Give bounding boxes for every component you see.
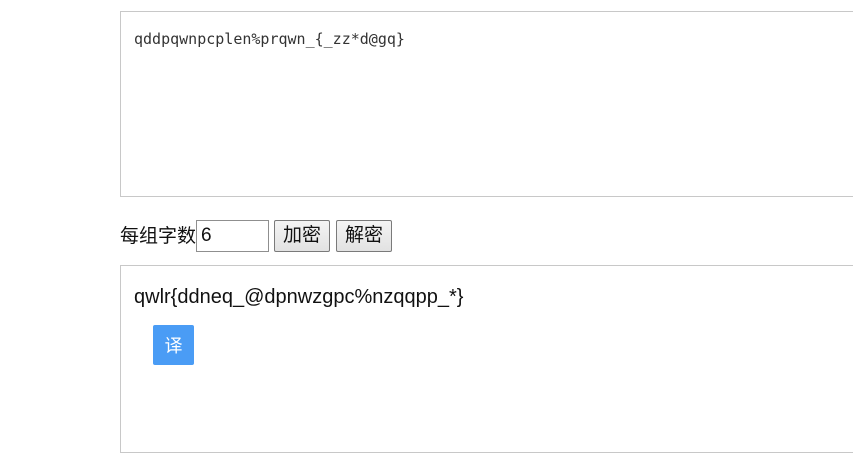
cipher-controls: 每组字数 加密 解密 — [120, 219, 393, 253]
ciphertext-value: qwlr{ddneq_@dpnwzgpc%nzqqpp_*} — [134, 286, 464, 308]
plaintext-textarea[interactable]: qddpqwnpcplen%prqwn_{_zz*d@gq} — [120, 11, 853, 197]
group-size-input[interactable] — [196, 220, 270, 252]
cipher-page: qddpqwnpcplen%prqwn_{_zz*d@gq} 每组字数 加密 解… — [0, 0, 853, 464]
translate-button[interactable]: 译 — [153, 325, 194, 365]
group-size-label: 每组字数 — [120, 225, 197, 247]
translate-button-label: 译 — [164, 336, 183, 357]
plaintext-value: qddpqwnpcplen%prqwn_{_zz*d@gq} — [134, 30, 405, 48]
ciphertext-output[interactable]: qwlr{ddneq_@dpnwzgpc%nzqqpp_*} 译 — [120, 265, 853, 453]
encrypt-button[interactable]: 加密 — [274, 220, 331, 252]
decrypt-button[interactable]: 解密 — [336, 220, 393, 252]
